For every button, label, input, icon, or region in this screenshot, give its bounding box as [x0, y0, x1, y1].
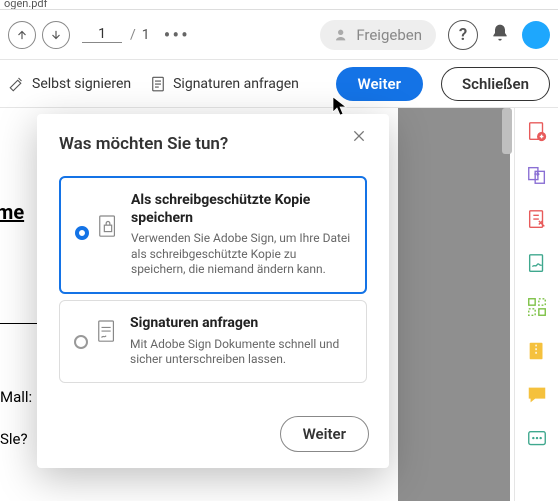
tool-more-icon[interactable]: [526, 428, 548, 450]
radio-selected-icon: [75, 226, 89, 240]
avatar[interactable]: [522, 21, 550, 49]
upload-icon[interactable]: [8, 21, 36, 49]
option-save-readonly[interactable]: Als schreibgeschützte Kopie speichern Ve…: [59, 176, 367, 294]
modal-close-button[interactable]: [351, 128, 373, 150]
page-separator: /: [130, 27, 136, 43]
more-options-icon[interactable]: •••: [164, 23, 190, 47]
main-toolbar: / 1 ••• Freigeben ?: [0, 10, 558, 60]
close-icon: [351, 128, 367, 144]
modal-title: Was möchten Sie tun?: [59, 134, 228, 154]
tool-edit-pdf-icon[interactable]: [526, 208, 548, 230]
action-bar: Selbst signieren Signaturen anfragen Wei…: [0, 60, 558, 108]
action-modal: Was möchten Sie tun? Als schreibgeschütz…: [37, 114, 389, 468]
page-total: 1: [142, 27, 150, 43]
share-button[interactable]: Freigeben: [320, 20, 436, 50]
request-signatures-button[interactable]: Signaturen anfragen: [149, 75, 299, 93]
self-sign-button[interactable]: Selbst signieren: [8, 75, 131, 93]
option2-description: Mit Adobe Sign Dokumente schnell und sic…: [130, 337, 354, 368]
share-label: Freigeben: [356, 26, 422, 44]
sign-document-icon: [96, 319, 118, 345]
download-icon[interactable]: [42, 21, 70, 49]
doc-text-fragment: Mall:: [0, 388, 32, 406]
option1-title: Als schreibgeschützte Kopie speichern: [131, 192, 353, 227]
pen-icon: [8, 75, 26, 93]
page-number-input[interactable]: [82, 26, 122, 43]
option-request-signatures[interactable]: Signaturen anfragen Mit Adobe Sign Dokum…: [59, 300, 367, 383]
help-button[interactable]: ?: [448, 20, 478, 50]
next-button[interactable]: Weiter: [336, 67, 423, 101]
lock-document-icon: [97, 214, 119, 240]
document-sign-icon: [149, 75, 167, 93]
tab-title-fragment: ogen.pdf: [0, 0, 558, 10]
tool-sign-icon[interactable]: [526, 252, 548, 274]
self-sign-label: Selbst signieren: [32, 76, 131, 92]
doc-text-fragment: me: [0, 200, 24, 224]
tool-export-pdf-icon[interactable]: [526, 164, 548, 186]
scrollbar-thumb[interactable]: [502, 108, 512, 154]
option1-description: Verwenden Sie Adobe Sign, um Ihre Datei …: [131, 231, 353, 278]
notifications-icon[interactable]: [490, 23, 510, 47]
tool-compress-icon[interactable]: [526, 340, 548, 362]
person-plus-icon: [334, 27, 350, 43]
doc-text-fragment: Sle?: [0, 430, 28, 448]
close-button[interactable]: Schließen: [441, 67, 550, 101]
tool-create-pdf-icon[interactable]: [526, 120, 548, 142]
request-signatures-label: Signaturen anfragen: [173, 76, 299, 92]
modal-continue-button[interactable]: Weiter: [280, 416, 369, 452]
tool-comment-icon[interactable]: [526, 384, 548, 406]
radio-unselected-icon: [74, 335, 88, 349]
tools-sidepanel: [514, 108, 558, 501]
option2-title: Signaturen anfragen: [130, 315, 354, 333]
page-gutter: [398, 108, 510, 501]
tool-organize-icon[interactable]: [526, 296, 548, 318]
